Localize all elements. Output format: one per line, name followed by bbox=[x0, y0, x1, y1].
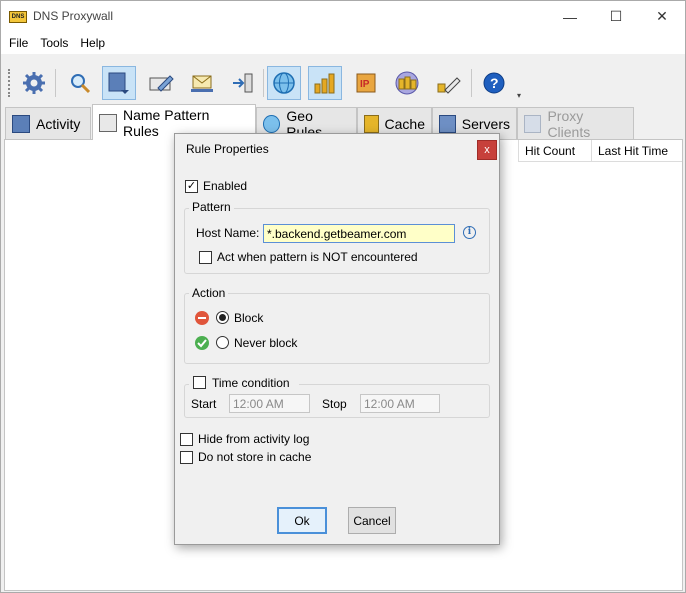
host-name-label: Host Name: bbox=[196, 226, 260, 240]
enabled-checkbox[interactable]: ✓ bbox=[185, 180, 198, 193]
search-icon[interactable] bbox=[63, 66, 97, 100]
block-icon bbox=[195, 311, 209, 325]
tab-label: Servers bbox=[461, 115, 510, 132]
action-group-title: Action bbox=[189, 286, 229, 300]
block-label: Block bbox=[234, 311, 264, 325]
negate-label: Act when pattern is NOT encountered bbox=[217, 250, 418, 264]
svg-text:?: ? bbox=[490, 75, 499, 91]
tab-label: Cache bbox=[384, 115, 425, 132]
rules-list-icon bbox=[99, 113, 117, 132]
stats-icon[interactable] bbox=[308, 66, 342, 100]
svg-text:IP: IP bbox=[360, 79, 370, 90]
enabled-label: Enabled bbox=[203, 179, 248, 193]
never-block-icon bbox=[195, 336, 209, 350]
settings-icon[interactable] bbox=[17, 66, 51, 100]
tab-proxy-clients[interactable]: Proxy Clients bbox=[517, 107, 634, 140]
clients-icon bbox=[524, 114, 542, 133]
menu-help[interactable]: Help bbox=[74, 36, 111, 50]
rules-icon[interactable] bbox=[102, 66, 136, 100]
servers-icon bbox=[439, 114, 456, 133]
start-time-input[interactable] bbox=[229, 394, 310, 413]
cancel-button[interactable]: Cancel bbox=[348, 507, 396, 534]
mail-icon[interactable] bbox=[185, 66, 219, 100]
minimize-button[interactable]: — bbox=[547, 1, 593, 32]
negate-checkbox[interactable] bbox=[199, 251, 212, 264]
column-header-hit-count[interactable]: Hit Count bbox=[518, 140, 591, 162]
coins-icon[interactable] bbox=[390, 66, 424, 100]
tab-label: Activity bbox=[36, 115, 81, 132]
block-radio[interactable] bbox=[216, 311, 229, 324]
action-group bbox=[184, 293, 490, 364]
hide-from-log-checkbox[interactable] bbox=[180, 433, 193, 446]
maximize-button[interactable]: ☐ bbox=[593, 1, 639, 32]
main-window: DNS DNS Proxywall — ☐ ✕ File Tools Help bbox=[0, 0, 686, 593]
never-block-label: Never block bbox=[234, 336, 298, 350]
tab-activity[interactable]: Activity bbox=[5, 107, 91, 139]
export-icon[interactable] bbox=[226, 66, 260, 100]
no-cache-checkbox[interactable] bbox=[180, 451, 193, 464]
host-name-input[interactable] bbox=[263, 224, 455, 243]
toolbar-overflow-chevron-icon[interactable]: ▾ bbox=[517, 91, 521, 100]
start-label: Start bbox=[191, 397, 217, 411]
stop-time-input[interactable] bbox=[360, 394, 440, 413]
ok-button[interactable]: Ok bbox=[277, 507, 327, 534]
toolbar: IP ? bbox=[1, 63, 685, 103]
globe-icon bbox=[263, 114, 281, 133]
toolbar-grip[interactable] bbox=[8, 69, 11, 97]
window-title: DNS Proxywall bbox=[33, 9, 114, 23]
rule-properties-dialog: Rule Properties x ✓ Enabled Pattern Host… bbox=[174, 133, 500, 545]
dialog-title: Rule Properties bbox=[186, 142, 269, 156]
info-icon[interactable]: i bbox=[463, 226, 476, 239]
menu-bar: File Tools Help bbox=[1, 32, 685, 54]
app-logo-icon: DNS bbox=[9, 11, 27, 23]
coins-icon bbox=[364, 114, 379, 133]
column-header-last-hit-time[interactable]: Last Hit Time bbox=[591, 140, 682, 162]
help-icon[interactable]: ? bbox=[477, 66, 511, 100]
never-block-radio[interactable] bbox=[216, 336, 229, 349]
time-condition-label: Time condition bbox=[212, 376, 290, 390]
menu-file[interactable]: File bbox=[3, 36, 34, 50]
ip-icon[interactable]: IP bbox=[349, 66, 383, 100]
stop-label: Stop bbox=[322, 397, 347, 411]
activity-icon bbox=[12, 114, 30, 133]
globe-icon[interactable] bbox=[267, 66, 301, 100]
pattern-group-title: Pattern bbox=[189, 200, 234, 214]
tab-label: Proxy Clients bbox=[547, 107, 591, 140]
hide-from-log-label: Hide from activity log bbox=[198, 432, 310, 446]
no-cache-label: Do not store in cache bbox=[198, 450, 312, 464]
time-condition-checkbox[interactable] bbox=[193, 376, 206, 389]
edit-icon[interactable] bbox=[144, 66, 178, 100]
dialog-close-button[interactable]: x bbox=[477, 140, 497, 160]
clear-icon[interactable] bbox=[431, 66, 465, 100]
title-bar: DNS DNS Proxywall — ☐ ✕ bbox=[1, 1, 685, 32]
menu-tools[interactable]: Tools bbox=[34, 36, 74, 50]
close-button[interactable]: ✕ bbox=[639, 1, 685, 32]
